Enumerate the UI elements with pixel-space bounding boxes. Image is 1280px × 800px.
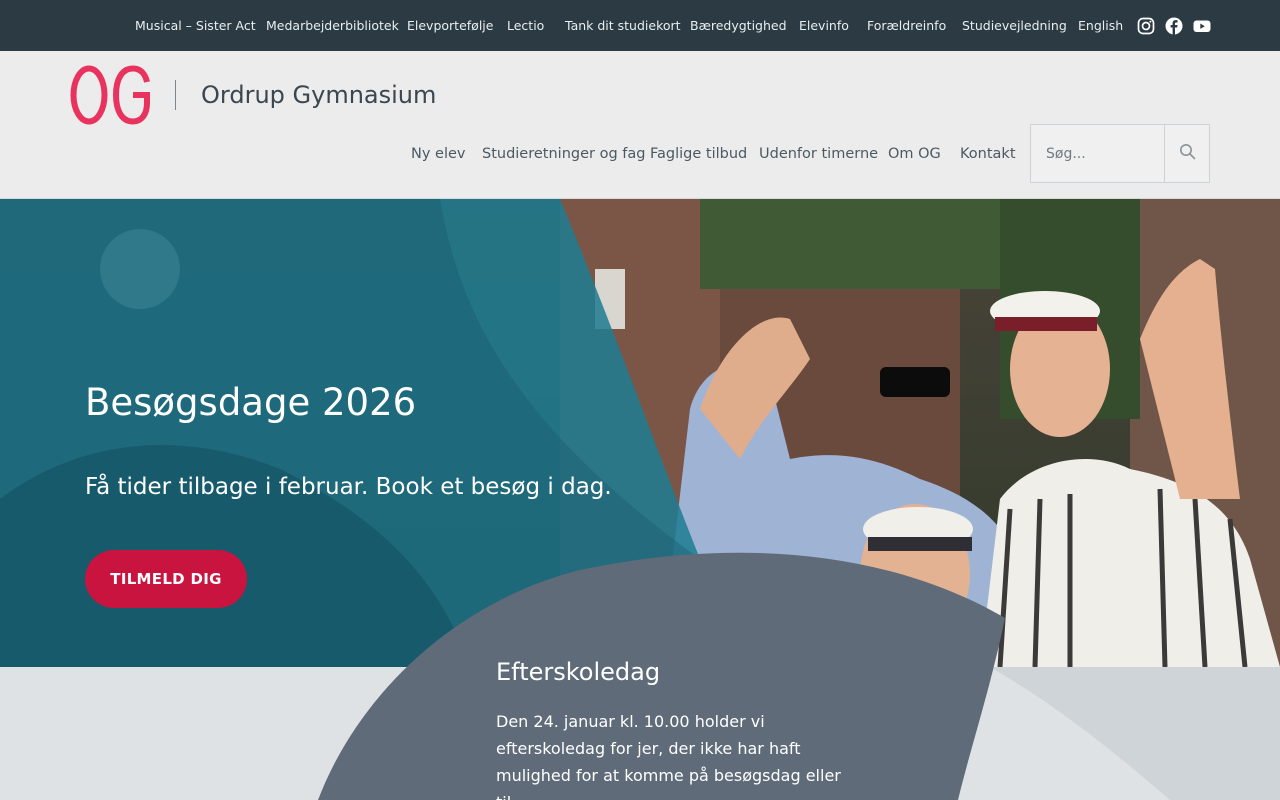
logo-divider [175, 80, 176, 110]
nav-faglige-tilbud[interactable]: Faglige tilbud [650, 145, 747, 163]
nav-kontakt[interactable]: Kontakt [960, 145, 1016, 163]
nav-om-og[interactable]: Om OG [888, 145, 941, 163]
nav-udenfor-timerne[interactable]: Udenfor timerne [759, 145, 878, 163]
top-link-lectio[interactable]: Lectio [507, 18, 544, 34]
top-link-musical[interactable]: Musical – Sister Act [135, 18, 256, 34]
top-utility-bar: Musical – Sister Act Medarbejderbibliote… [0, 0, 1280, 51]
top-link-medarbejderbibliotek[interactable]: Medarbejderbibliotek [266, 18, 399, 34]
search-icon [1179, 143, 1196, 164]
youtube-icon[interactable] [1193, 17, 1211, 35]
search-box [1030, 124, 1210, 183]
top-link-english[interactable]: English [1078, 18, 1123, 34]
top-link-elevinfo[interactable]: Elevinfo [799, 18, 849, 34]
signup-button[interactable]: TILMELD DIG [85, 550, 247, 608]
hero-banner: Besøgsdage 2026 Få tider tilbage i febru… [0, 199, 1280, 667]
top-link-studievejledning[interactable]: Studievejledning [962, 18, 1067, 34]
instagram-icon[interactable] [1137, 17, 1155, 35]
top-link-baeredygtighed[interactable]: Bæredygtighed [690, 18, 787, 34]
card-text: Den 24. januar kl. 10.00 holder vi efter… [496, 712, 841, 800]
search-button[interactable] [1164, 125, 1209, 182]
hero-subtitle: Få tider tilbage i februar. Book et besø… [85, 474, 612, 500]
facebook-icon[interactable] [1165, 17, 1183, 35]
hero-title: Besøgsdage 2026 [85, 381, 417, 424]
search-input[interactable] [1031, 125, 1164, 182]
top-link-foraeldreinfo[interactable]: Forældreinfo [867, 18, 946, 34]
card-title: Efterskoledag [496, 658, 661, 686]
top-link-elevportefolje[interactable]: Elevportefølje [407, 18, 493, 34]
top-link-tank-studiekort[interactable]: Tank dit studiekort [565, 18, 681, 34]
nav-studieretninger[interactable]: Studieretninger og fag [482, 145, 645, 163]
nav-ny-elev[interactable]: Ny elev [411, 145, 466, 163]
site-name[interactable]: Ordrup Gymnasium [201, 80, 436, 110]
og-logo[interactable]: OG [70, 65, 152, 129]
site-header: OG Ordrup Gymnasium Ny elev Studieretnin… [0, 51, 1280, 199]
